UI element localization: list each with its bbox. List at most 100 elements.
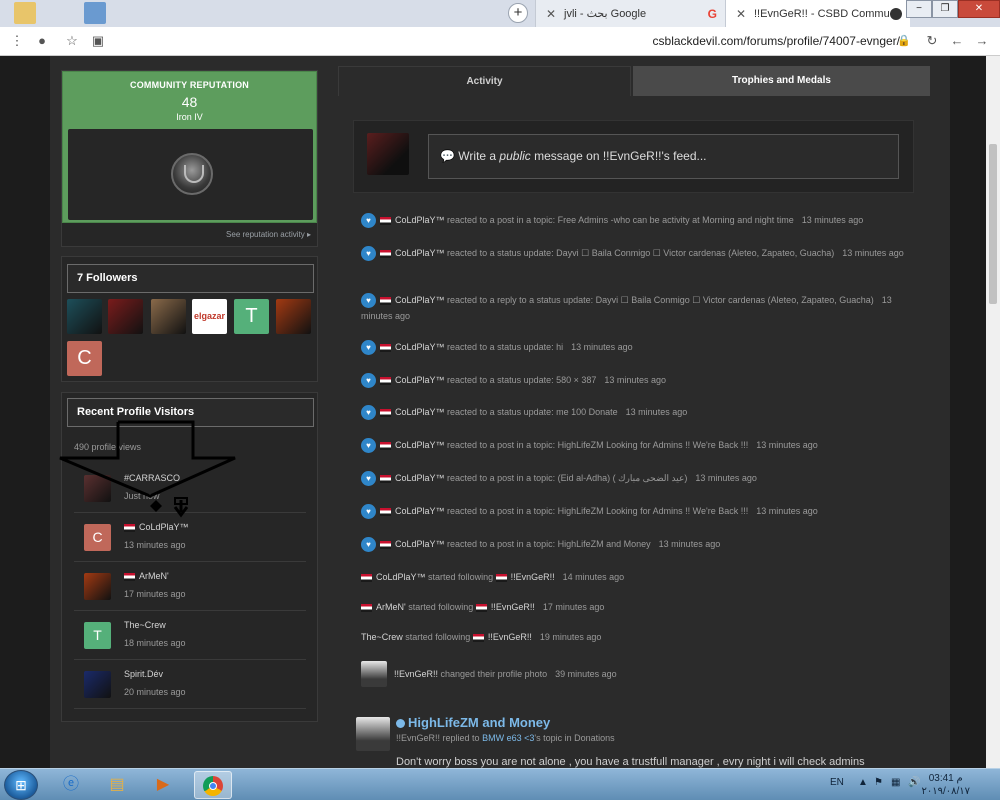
visitor-name-text: ArMeN' xyxy=(139,571,169,581)
feed-action[interactable]: reacted to a post in a topic: HighLifeZM… xyxy=(447,440,748,450)
tab-trophies-medals[interactable]: Trophies and Medals xyxy=(633,66,930,96)
feed-user[interactable]: The~Crew xyxy=(361,632,403,642)
tab-activity[interactable]: Activity xyxy=(338,66,631,96)
post-action: replied to xyxy=(442,733,480,743)
chrome-icon[interactable] xyxy=(194,771,232,799)
current-user-avatar[interactable] xyxy=(367,133,409,175)
visitor-name-text: Spirit.Dév xyxy=(124,669,164,679)
composer-prefix: Write a xyxy=(458,149,500,163)
visitor-avatar[interactable] xyxy=(84,671,111,698)
profile-icon[interactable]: ● xyxy=(33,32,51,50)
close-tab-icon[interactable]: ✕ xyxy=(734,7,748,21)
visitor-name[interactable]: Spirit.Dév xyxy=(124,669,163,679)
feed-action[interactable]: reacted to a post in a topic: Free Admin… xyxy=(447,215,794,225)
feed-item: ♥ CoLdPlaY™ reacted to a post in a topic:… xyxy=(361,437,916,454)
media-player-icon[interactable]: ▶ xyxy=(144,771,182,799)
follower-avatar[interactable]: C xyxy=(67,341,102,376)
feed-target[interactable]: !!EvnGeR!! xyxy=(488,632,532,642)
start-button[interactable]: ⊞ xyxy=(4,770,38,800)
feed-action[interactable]: reacted to a post in a topic: (Eid al-Ad… xyxy=(447,473,687,483)
feed-time: 13 minutes ago xyxy=(842,248,904,258)
window-minimize-button[interactable]: − xyxy=(906,0,932,18)
visitor-row[interactable]: Spirit.Dév 20 minutes ago xyxy=(74,660,306,709)
feed-item: ♥ CoLdPlaY™ reacted to a status update: 5… xyxy=(361,372,916,389)
window-maximize-button[interactable]: ❐ xyxy=(932,0,958,18)
feed-user[interactable]: CoLdPlaY™ xyxy=(395,407,445,417)
system-clock[interactable]: 03:41 م ٢٠١٩/٠٨/١٧ xyxy=(921,772,970,798)
feed-user[interactable]: CoLdPlaY™ xyxy=(395,506,445,516)
lock-icon[interactable]: 🔒 xyxy=(895,32,913,50)
visit-time: 18 minutes ago xyxy=(124,638,186,648)
visitor-avatar[interactable]: T xyxy=(84,622,111,649)
desktop-app-icon[interactable] xyxy=(84,2,106,24)
tray-arrow-icon[interactable]: ▲ xyxy=(858,777,868,788)
scrollbar-thumb[interactable] xyxy=(989,144,997,304)
post-title[interactable]: HighLifeZM and Money xyxy=(396,715,550,730)
follower-avatar[interactable] xyxy=(151,299,186,334)
follower-avatar[interactable] xyxy=(67,299,102,334)
feed-action[interactable]: reacted to a status update: Dayvi ☐ Bail… xyxy=(447,248,834,258)
feed-user[interactable]: CoLdPlaY™ xyxy=(395,440,445,450)
feed-action[interactable]: reacted to a post in a topic: HighLifeZM… xyxy=(447,539,651,549)
feed-user[interactable]: CoLdPlaY™ xyxy=(395,215,445,225)
feed-action[interactable]: reacted to a post in a topic: HighLifeZM… xyxy=(447,506,748,516)
menu-dots-icon[interactable]: ⋮ xyxy=(8,32,26,50)
follower-avatar[interactable]: elgazar xyxy=(192,299,227,334)
follower-avatar[interactable] xyxy=(276,299,311,334)
volume-icon[interactable]: 🔊 xyxy=(908,777,920,788)
reputation-panel: COMMUNITY REPUTATION 48 Iron IV See repu… xyxy=(61,70,318,247)
feed-action[interactable]: reacted to a reply to a status update: D… xyxy=(447,295,874,305)
follower-avatar[interactable] xyxy=(108,299,143,334)
bookmark-star-icon[interactable]: ☆ xyxy=(63,32,81,50)
desktop-folder-icon[interactable] xyxy=(14,2,36,24)
egypt-flag-icon xyxy=(380,343,391,352)
page-scrollbar[interactable] xyxy=(986,56,1000,768)
file-explorer-icon[interactable]: ▤ xyxy=(98,771,136,799)
feed-user[interactable]: CoLdPlaY™ xyxy=(395,295,445,305)
feed-action[interactable]: reacted to a status update: me 100 Donat… xyxy=(447,407,618,417)
address-bar[interactable]: csblackdevil.com/forums/profile/74007-ev… xyxy=(650,34,900,48)
feed-user[interactable]: CoLdPlaY™ xyxy=(395,473,445,483)
feed-user-avatar[interactable] xyxy=(361,661,387,687)
forward-arrow-icon[interactable]: → xyxy=(973,32,991,50)
feed-time: 14 minutes ago xyxy=(562,572,625,582)
feed-user[interactable]: ArMeN' xyxy=(376,602,406,612)
feed-action[interactable]: reacted to a status update: hi xyxy=(447,342,563,352)
feed-target[interactable]: !!EvnGeR!! xyxy=(511,572,555,582)
visitor-avatar[interactable]: C xyxy=(84,524,111,551)
status-message-input[interactable]: 💬 Write a public message on !!EvnGeR!!'s… xyxy=(428,134,899,179)
reputation-activity-link[interactable]: See reputation activity ▸ xyxy=(226,230,311,239)
tab-google-search[interactable]: ✕ jvli - بحث Google G xyxy=(535,0,725,27)
language-indicator[interactable]: EN xyxy=(830,777,844,788)
post-author-avatar[interactable] xyxy=(356,717,390,751)
feed-user[interactable]: CoLdPlaY™ xyxy=(395,539,445,549)
cast-icon[interactable]: ▣ xyxy=(89,32,107,50)
internet-explorer-icon[interactable]: ⓔ xyxy=(52,771,90,799)
close-tab-icon[interactable]: ✕ xyxy=(544,7,558,21)
visitor-row[interactable]: T The~Crew 18 minutes ago xyxy=(74,611,306,660)
egypt-flag-icon xyxy=(380,540,391,549)
visitor-row[interactable]: ArMeN' 17 minutes ago xyxy=(74,562,306,611)
post-author[interactable]: !!EvnGeR!! xyxy=(396,733,440,743)
feed-target[interactable]: !!EvnGeR!! xyxy=(491,602,535,612)
feed-user[interactable]: CoLdPlaY™ xyxy=(376,572,426,582)
feed-action[interactable]: reacted to a status update: 580 × 387 xyxy=(447,375,596,385)
followers-header[interactable]: 7 Followers xyxy=(67,264,314,293)
feed-user[interactable]: CoLdPlaY™ xyxy=(395,375,445,385)
feed-user[interactable]: CoLdPlaY™ xyxy=(395,248,445,258)
feed-user[interactable]: !!EvnGeR!! xyxy=(394,669,438,679)
follower-avatar[interactable]: T xyxy=(234,299,269,334)
tab-csbd-community[interactable]: ✕ !!EvnGeR!! - CSBD Community xyxy=(725,0,910,27)
visitor-avatar[interactable] xyxy=(84,573,111,600)
feed-user[interactable]: CoLdPlaY™ xyxy=(395,342,445,352)
visitor-name[interactable]: The~Crew xyxy=(124,620,166,630)
back-arrow-icon[interactable]: ← xyxy=(948,32,966,50)
new-tab-button[interactable]: + xyxy=(508,3,528,23)
post-target-link[interactable]: BMW e63 <3 xyxy=(482,733,534,743)
tray-flag-icon[interactable]: ⚑ xyxy=(874,777,883,788)
reload-icon[interactable]: ↻ xyxy=(923,32,941,50)
window-close-button[interactable]: ✕ xyxy=(958,0,1000,18)
network-icon[interactable]: ▦ xyxy=(891,777,900,788)
visitor-name[interactable]: ArMeN' xyxy=(124,571,169,581)
status-composer: 💬 Write a public message on !!EvnGeR!!'s… xyxy=(353,120,914,193)
